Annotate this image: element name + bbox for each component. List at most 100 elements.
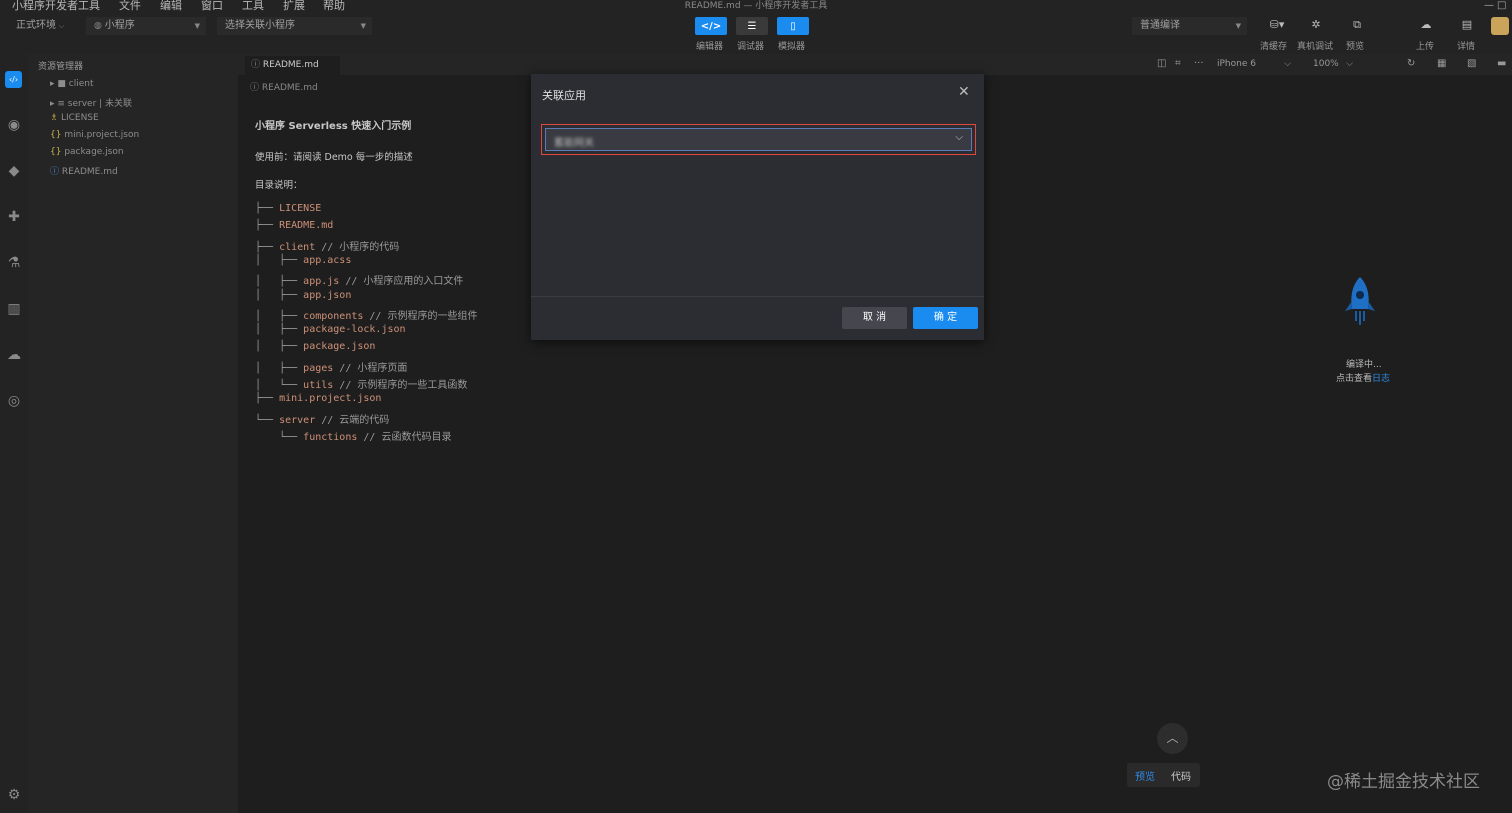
- tree-line-prefix: │ ├──: [255, 341, 304, 352]
- sliders-icon: ☰: [747, 20, 757, 32]
- linked-app-select[interactable]: 选择关联小程序 ▼: [217, 17, 372, 35]
- flask-icon[interactable]: ⚗: [5, 254, 23, 272]
- gear-icon[interactable]: ⚙: [5, 786, 23, 804]
- watermark: @稀土掘金技术社区: [1327, 772, 1480, 792]
- tree-line: │ ├── app.js // 小程序应用的入口文件: [255, 272, 463, 287]
- tree-line: │ ├── app.json: [255, 290, 351, 301]
- tree-item-label: server | 未关联: [67, 99, 133, 109]
- log-link[interactable]: 日志: [1372, 374, 1390, 384]
- readme-heading: 小程序 Serverless 快速入门示例: [255, 121, 412, 132]
- avatar[interactable]: [1491, 17, 1509, 35]
- tree-line-prefix: └──: [255, 415, 280, 426]
- clear-cache-icon[interactable]: ⛁▾: [1267, 18, 1287, 32]
- details-label[interactable]: 详情: [1457, 39, 1475, 52]
- info-icon: ⓘ: [251, 60, 263, 70]
- menubar: 小程序开发者工具 文件 编辑 窗口 工具 扩展 帮助 README.md — 小…: [0, 0, 1512, 12]
- grid-icon[interactable]: ▦: [1437, 58, 1446, 69]
- editor-toggle-button[interactable]: </>: [695, 17, 727, 35]
- tree-line: │ └── utils // 示例程序的一些工具函数: [255, 376, 467, 391]
- device-select-value: iPhone 6: [1217, 59, 1256, 69]
- tree-line-name: mini.project.json: [279, 393, 382, 404]
- cloud-icon[interactable]: ☁: [5, 346, 23, 364]
- tree-line-prefix: │ ├──: [255, 290, 304, 301]
- phone-icon: ▯: [790, 20, 796, 32]
- panel-icon[interactable]: ▧: [1467, 58, 1476, 69]
- chevron-down-icon: ⌵: [1284, 59, 1291, 69]
- activity-bar: ‹/› ◉ ◆ ✚ ⚗ ▥ ☁ ◎ ⚙: [0, 54, 28, 813]
- details-icon[interactable]: ▤: [1460, 18, 1474, 32]
- expand-icon[interactable]: ▬: [1497, 58, 1506, 69]
- tree-line-prefix: ├──: [255, 203, 280, 214]
- layout-icon[interactable]: ▥: [5, 300, 23, 318]
- compile-mode-value: 普通编译: [1140, 20, 1180, 31]
- zoom-select[interactable]: 100% ⌵: [1313, 59, 1353, 69]
- link-app-dialog: [531, 74, 984, 340]
- tree-line: ├── README.md: [255, 220, 333, 231]
- tree-line-name: package-lock.json: [303, 324, 406, 335]
- tree-line-name: app.json: [303, 290, 352, 301]
- license-icon: ♗: [50, 113, 61, 123]
- tree-item-label: README.md: [61, 167, 118, 177]
- upload-label[interactable]: 上传: [1416, 39, 1434, 52]
- device-select[interactable]: iPhone 6 ⌵: [1217, 59, 1297, 69]
- cancel-button[interactable]: 取 消: [842, 307, 907, 329]
- preview-icon[interactable]: ⧉: [1350, 18, 1364, 32]
- confirm-button[interactable]: 确 定: [913, 307, 978, 329]
- scroll-top-button[interactable]: ︿: [1157, 723, 1188, 754]
- project-type-value: 小程序: [104, 20, 135, 31]
- tree-item-package[interactable]: {} package.json: [50, 147, 124, 157]
- tree-line: ├── mini.project.json: [255, 393, 381, 404]
- tree-line-name: utils: [303, 380, 334, 391]
- tree-line-name: app.js: [303, 276, 340, 287]
- split-icon[interactable]: ◫: [1157, 58, 1166, 69]
- tree-line-prefix: │ └──: [255, 380, 304, 391]
- caret-down-icon: ▼: [194, 22, 200, 30]
- env-select-value: 正式环境: [16, 20, 56, 31]
- app-select[interactable]: 蓄能网关 ⌵: [541, 124, 976, 155]
- zoom-select-value: 100%: [1313, 59, 1339, 69]
- tree-line-name: components: [303, 311, 364, 322]
- tab-preview[interactable]: 预览: [1135, 768, 1155, 783]
- tree-item-license[interactable]: ♗ LICENSE: [50, 113, 99, 123]
- maximize-icon[interactable]: □: [1497, 0, 1506, 12]
- toolbar: 正式环境 ⌵ ◍ 小程序 ▼ 选择关联小程序 ▼ </> ☰ ▯ 编辑器 调试器…: [0, 12, 1512, 54]
- tab-readme[interactable]: ⓘ README.md: [245, 56, 340, 75]
- simulator-toggle-button[interactable]: ▯: [777, 17, 809, 35]
- support-icon[interactable]: ◎: [5, 392, 23, 410]
- clear-cache-label[interactable]: 清缓存: [1260, 39, 1287, 52]
- tree-line-name: package.json: [303, 341, 376, 352]
- caret-down-icon: ▼: [1235, 22, 1241, 30]
- tree-item-server[interactable]: ▸ ≡ server | 未关联: [50, 96, 132, 109]
- tree-item-mini-project[interactable]: {} mini.project.json: [50, 130, 139, 140]
- tree-line-name: functions: [303, 432, 358, 443]
- app-select-value: 蓄能网关: [554, 138, 594, 149]
- compile-mode-select[interactable]: 普通编译 ▼: [1132, 17, 1247, 35]
- chevron-down-icon: ⌵: [1346, 59, 1353, 69]
- app-select-field[interactable]: 蓄能网关 ⌵: [545, 128, 972, 151]
- git-icon[interactable]: ◆: [5, 162, 23, 180]
- env-select[interactable]: 正式环境 ⌵: [8, 17, 70, 35]
- upload-cloud-icon[interactable]: ☁: [1419, 18, 1433, 32]
- tree-line-prefix: │ ├──: [255, 255, 304, 266]
- tree-line-comment: // 小程序页面: [333, 363, 408, 374]
- refresh-icon[interactable]: ↻: [1407, 58, 1415, 69]
- extensions-icon[interactable]: ✚: [5, 208, 23, 226]
- remote-debug-label[interactable]: 真机调试: [1297, 39, 1333, 52]
- preview-label[interactable]: 预览: [1346, 39, 1364, 52]
- minimize-icon[interactable]: —: [1484, 0, 1494, 12]
- tree-item-label: package.json: [64, 147, 124, 157]
- explorer-icon[interactable]: ‹/›: [5, 71, 22, 88]
- more-icon[interactable]: ···: [1194, 58, 1204, 69]
- tree-line-prefix: │ ├──: [255, 276, 304, 287]
- search-icon[interactable]: ◉: [5, 116, 23, 134]
- project-type-select[interactable]: ◍ 小程序 ▼: [86, 17, 206, 35]
- bottom-tabs: 预览 代码: [1127, 763, 1200, 787]
- bug-icon[interactable]: ✲: [1309, 18, 1323, 32]
- tree-line-name: server: [279, 415, 316, 426]
- tree-item-readme[interactable]: ⓘ README.md: [50, 164, 118, 177]
- screenshot-icon[interactable]: ⌗: [1175, 58, 1181, 69]
- close-icon[interactable]: ✕: [958, 84, 970, 100]
- tab-code[interactable]: 代码: [1171, 768, 1191, 783]
- debugger-toggle-button[interactable]: ☰: [736, 17, 768, 35]
- tree-item-client[interactable]: ▸ ■ client: [50, 79, 94, 89]
